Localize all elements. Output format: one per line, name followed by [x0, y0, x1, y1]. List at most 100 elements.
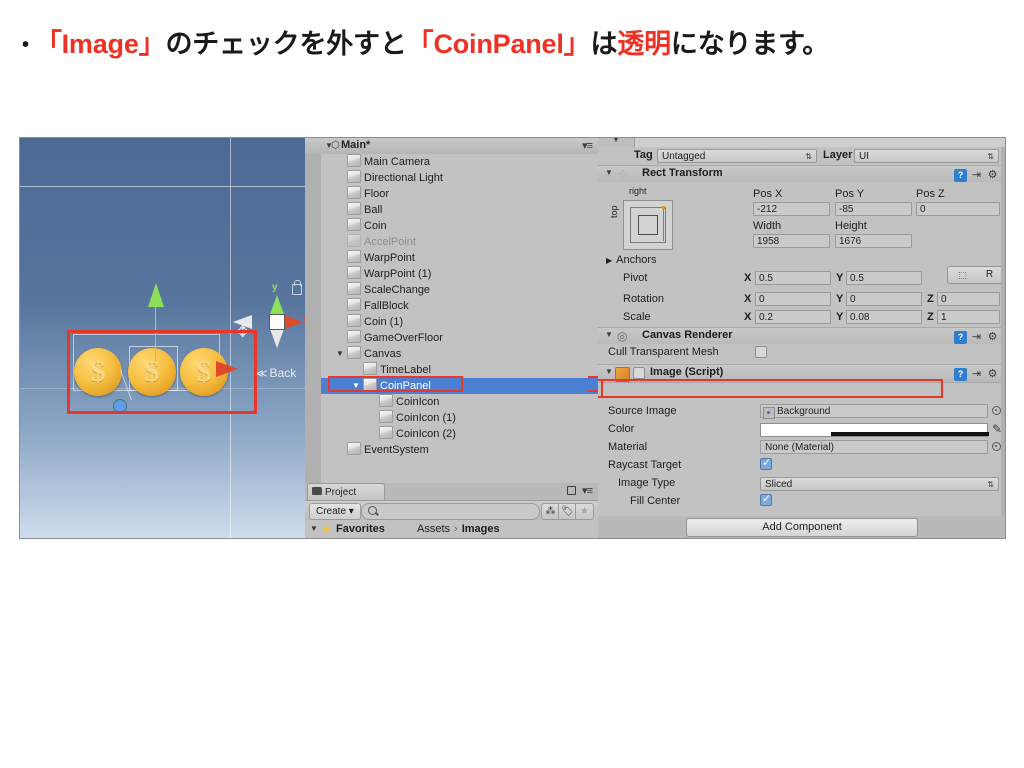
inspector-scrollbar[interactable]: [1001, 147, 1005, 516]
hamburger-menu-icon[interactable]: ▾≡: [582, 484, 593, 497]
hierarchy-panel[interactable]: ▼ ⬡ Main* ▾≡ Main Camera Directional Ligh…: [305, 138, 600, 483]
chevron-right-icon[interactable]: ▶: [606, 256, 612, 265]
chevron-down-icon[interactable]: ▼: [310, 520, 318, 538]
preset-icon[interactable]: ⇥: [970, 169, 983, 182]
hierarchy-left-gutter: [305, 154, 321, 483]
scene-view[interactable]: ✥ y x ≪Back: [20, 138, 305, 538]
gizmo-right-cone[interactable]: [284, 315, 303, 329]
move-gizmo-y-arrow[interactable]: [148, 283, 164, 307]
create-button[interactable]: Create ▾: [309, 503, 361, 520]
chevron-down-icon[interactable]: ▼: [612, 138, 620, 144]
gizmo-down-cone[interactable]: [270, 329, 284, 348]
breadcrumb-root[interactable]: Assets: [417, 523, 450, 535]
raycast-target-checkbox[interactable]: [760, 457, 772, 470]
anchor-top-label: top: [609, 205, 619, 218]
hierarchy-item-coinicon-2[interactable]: CoinIcon (2): [321, 426, 598, 442]
pos-y-field[interactable]: -85: [835, 202, 912, 216]
help-icon[interactable]: ?: [954, 331, 967, 344]
chevron-down-icon[interactable]: ▼: [336, 346, 344, 362]
unity-scene-icon: ⬡: [331, 140, 340, 151]
scale-z-field[interactable]: 1: [937, 310, 1000, 324]
hierarchy-item-canvas[interactable]: ▼ Canvas: [321, 346, 598, 362]
lock-icon[interactable]: [292, 280, 302, 295]
material-field[interactable]: None (Material): [760, 440, 988, 454]
image-enabled-checkbox[interactable]: [633, 367, 645, 379]
material-picker-icon[interactable]: [992, 442, 1001, 451]
project-panel[interactable]: Project ▾≡ Create ▾ ⁂ 🏷 ★ ▼ ★ Favorites …: [305, 483, 598, 538]
component-icons[interactable]: ? ⇥ ⚙: [954, 329, 999, 344]
search-input[interactable]: [361, 503, 540, 520]
breadcrumb[interactable]: Assets › Images: [417, 520, 500, 538]
hierarchy-item-coin[interactable]: Coin: [321, 218, 598, 234]
hierarchy-item-warppoint-1[interactable]: WarpPoint (1): [321, 266, 598, 282]
hierarchy-item-warppoint[interactable]: WarpPoint: [321, 250, 598, 266]
hierarchy-item-directional-light[interactable]: Directional Light: [321, 170, 598, 186]
rotation-y-field[interactable]: 0: [846, 292, 922, 306]
scale-y-field[interactable]: 0.08: [846, 310, 922, 324]
component-icons[interactable]: ? ⇥ ⚙: [954, 366, 999, 381]
hierarchy-item-coinicon-1[interactable]: CoinIcon (1): [321, 410, 598, 426]
gizmo-up-cone[interactable]: [270, 295, 284, 314]
gear-icon[interactable]: ⚙: [986, 331, 999, 344]
scene-orientation-gizmo[interactable]: y x: [233, 282, 305, 358]
tab-project[interactable]: Project: [307, 483, 385, 500]
gear-icon[interactable]: ⚙: [986, 169, 999, 182]
source-image-picker-icon[interactable]: [992, 406, 1001, 415]
hierarchy-item-accelpoint[interactable]: AccelPoint: [321, 234, 598, 250]
hierarchy-item-coinicon[interactable]: CoinIcon: [321, 394, 598, 410]
width-field[interactable]: 1958: [753, 234, 830, 248]
hierarchy-item-eventsystem[interactable]: EventSystem: [321, 442, 598, 458]
source-image-field[interactable]: Background: [760, 404, 988, 419]
gear-icon[interactable]: ⚙: [986, 368, 999, 381]
rotation-z-field[interactable]: 0: [937, 292, 1000, 306]
blueprint-mode-button[interactable]: ⬚: [947, 266, 978, 284]
hierarchy-item-ball[interactable]: Ball: [321, 202, 598, 218]
inspector-panel[interactable]: ▼ Tag Untagged ⇅ Layer UI ⇅ ▼ Rect Transfo…: [598, 138, 1005, 538]
lock-icon[interactable]: [567, 486, 576, 495]
project-favorites-section[interactable]: ▼ ★ Favorites: [305, 520, 413, 538]
pos-x-label: Pos X: [753, 188, 783, 200]
gizmo-center-cube[interactable]: [270, 315, 284, 329]
pivot-x-field[interactable]: 0.5: [755, 271, 831, 285]
chevron-updown-icon: ⇅: [987, 152, 994, 161]
breadcrumb-current[interactable]: Images: [462, 523, 500, 535]
chevron-down-icon[interactable]: ▼: [605, 367, 613, 376]
hierarchy-item-fallblock[interactable]: FallBlock: [321, 298, 598, 314]
cull-transparent-mesh-checkbox[interactable]: [755, 346, 767, 358]
tag-dropdown[interactable]: Untagged ⇅: [657, 149, 817, 163]
height-field[interactable]: 1676: [835, 234, 912, 248]
rotation-x-field[interactable]: 0: [755, 292, 831, 306]
hierarchy-item-scalechange[interactable]: ScaleChange: [321, 282, 598, 298]
height-label: Height: [835, 220, 867, 232]
hierarchy-item-main-camera[interactable]: Main Camera: [321, 154, 598, 170]
hierarchy-item-floor[interactable]: Floor: [321, 186, 598, 202]
anchors-foldout[interactable]: ▶ Anchors: [606, 254, 657, 266]
pivot-y-field[interactable]: 0.5: [846, 271, 922, 285]
pos-z-field[interactable]: 0: [916, 202, 1000, 216]
help-icon[interactable]: ?: [954, 368, 967, 381]
scene-back-label[interactable]: ≪ Back: [256, 366, 296, 380]
gizmo-left-cone[interactable]: [233, 315, 252, 329]
raw-edit-button[interactable]: R: [976, 266, 1004, 284]
chevron-down-icon[interactable]: ▼: [605, 168, 613, 177]
preset-icon[interactable]: ⇥: [970, 331, 983, 344]
favorite-star-icon[interactable]: ★: [575, 503, 594, 520]
hamburger-menu-icon[interactable]: ▾≡: [582, 139, 593, 152]
pos-x-field[interactable]: -212: [753, 202, 830, 216]
chevron-down-icon[interactable]: ▼: [605, 330, 613, 339]
fill-center-checkbox[interactable]: [760, 493, 772, 506]
preset-icon[interactable]: ⇥: [970, 368, 983, 381]
color-swatch[interactable]: [760, 423, 989, 437]
rect-transform-icon: ✣: [618, 169, 628, 181]
add-component-button[interactable]: Add Component: [686, 518, 918, 537]
component-icons[interactable]: ? ⇥ ⚙: [954, 167, 999, 182]
page-title: • 「Image」のチェックを外すと「CoinPanel」は透明になります。: [0, 22, 1024, 61]
hierarchy-list[interactable]: Main Camera Directional Light Floor Ball Coi…: [321, 154, 598, 483]
hierarchy-item-coin-1[interactable]: Coin (1): [321, 314, 598, 330]
hierarchy-item-gameoverfloor[interactable]: GameOverFloor: [321, 330, 598, 346]
scale-x-field[interactable]: 0.2: [755, 310, 831, 324]
help-icon[interactable]: ?: [954, 169, 967, 182]
layer-dropdown[interactable]: UI ⇅: [854, 149, 999, 163]
image-type-dropdown[interactable]: Sliced ⇅: [760, 477, 999, 491]
anchor-preset-widget[interactable]: [623, 200, 673, 250]
